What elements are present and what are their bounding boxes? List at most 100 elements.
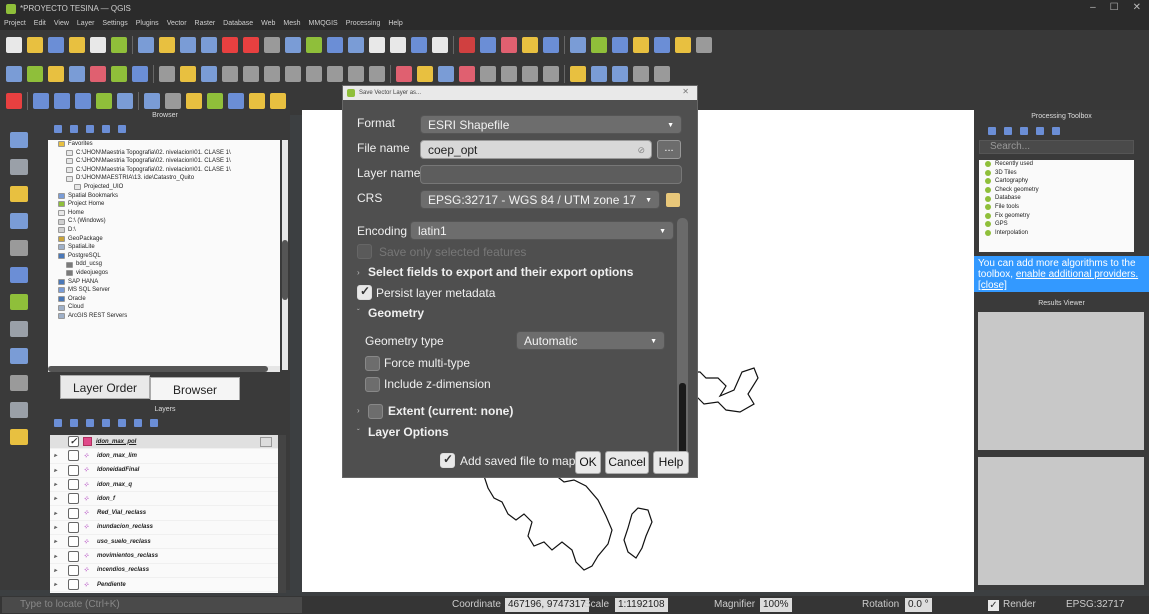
- toolbar-tool-icon[interactable]: [501, 36, 517, 53]
- menu-help[interactable]: Help: [388, 20, 402, 27]
- persist-metadata-checkbox[interactable]: [357, 284, 372, 300]
- layer-row[interactable]: ▸ ⁘ idon_f: [50, 492, 280, 507]
- open-layer-styling-icon[interactable]: [54, 419, 62, 427]
- layer-row[interactable]: ✓ idon_max_pol: [50, 435, 280, 450]
- collapse-arrow-icon[interactable]: ˇ: [357, 308, 360, 317]
- layer-row[interactable]: ▸ ⁘ incendios_reclass: [50, 564, 280, 578]
- processing-provider-item[interactable]: Database: [979, 194, 1134, 203]
- toolbar-tool-icon[interactable]: [348, 36, 364, 53]
- add-layer-tool-icon[interactable]: [10, 267, 28, 283]
- browser-tree-item[interactable]: Favorites: [48, 140, 280, 149]
- toolbar-tool-icon[interactable]: [480, 36, 496, 53]
- toolbar-tool-icon[interactable]: [264, 36, 280, 53]
- expand-arrow-icon[interactable]: ▸: [54, 567, 62, 574]
- menu-raster[interactable]: Raster: [195, 20, 216, 27]
- toolbar-tool-icon[interactable]: [417, 65, 433, 82]
- maximize-button[interactable]: ☐: [1110, 2, 1119, 13]
- menu-project[interactable]: Project: [4, 20, 26, 27]
- cancel-button[interactable]: Cancel: [605, 451, 649, 474]
- layer-row[interactable]: ▸ ⁘ IdoneidadFinal: [50, 464, 280, 478]
- expand-arrow-icon[interactable]: ▸: [54, 553, 62, 560]
- close-window-button[interactable]: ✕: [1133, 2, 1141, 13]
- processing-provider-item[interactable]: Interpolation: [979, 229, 1134, 238]
- crs-status-button[interactable]: EPSG:32717: [1066, 597, 1124, 613]
- add-layer-tool-icon[interactable]: [10, 348, 28, 364]
- toolbar-tool-icon[interactable]: [222, 65, 238, 82]
- add-layer-tool-icon[interactable]: [10, 402, 28, 418]
- expand-arrow-icon[interactable]: ▸: [54, 581, 62, 588]
- toolbar-tool-icon[interactable]: [438, 65, 454, 82]
- browser-vertical-scrollbar[interactable]: [282, 140, 288, 370]
- browser-tree-item[interactable]: Home: [48, 209, 280, 218]
- layer-visibility-checkbox[interactable]: [68, 579, 79, 591]
- toolbar-tool-icon[interactable]: [432, 36, 448, 53]
- toolbar-tool-icon[interactable]: [591, 65, 607, 82]
- scale-field[interactable]: 1:1192108: [615, 598, 668, 612]
- layer-row[interactable]: ▸ ⁘ idon_max_q: [50, 478, 280, 493]
- toolbar-tool-icon[interactable]: [54, 92, 70, 109]
- menu-web[interactable]: Web: [261, 20, 275, 27]
- filter-legend-icon[interactable]: [102, 419, 110, 427]
- expand-arrow-icon[interactable]: ›: [357, 268, 360, 277]
- menu-mmqgis[interactable]: MMQGIS: [309, 20, 338, 27]
- toolbar-tool-icon[interactable]: [159, 36, 175, 53]
- browser-tree-item[interactable]: D:\JHON\MAESTRIA\13. ide\Catastro_Quito: [48, 174, 280, 183]
- manage-map-themes-icon[interactable]: [86, 419, 94, 427]
- refresh-icon[interactable]: [54, 125, 62, 133]
- menu-database[interactable]: Database: [223, 20, 253, 27]
- processing-search-input[interactable]: Search...: [979, 140, 1134, 154]
- toolbar-tool-icon[interactable]: [522, 36, 538, 53]
- toolbar-tool-icon[interactable]: [111, 36, 127, 53]
- toolbar-tool-icon[interactable]: [165, 92, 181, 109]
- file-name-input[interactable]: coep_opt ⊘: [420, 140, 652, 159]
- add-to-map-checkbox[interactable]: [440, 452, 455, 468]
- toolbar-tool-icon[interactable]: [207, 92, 223, 109]
- filter-icon[interactable]: [86, 125, 94, 133]
- toolbar-tool-icon[interactable]: [543, 36, 559, 53]
- layer-visibility-checkbox[interactable]: [68, 564, 79, 576]
- browser-tree-item[interactable]: C:\JHON\Maestria Topografia\02. nivelaci…: [48, 157, 280, 166]
- models-icon[interactable]: [988, 127, 996, 135]
- layer-row[interactable]: ▸ ⁘ uso_suelo_reclass: [50, 535, 280, 550]
- browser-horizontal-scrollbar[interactable]: [48, 366, 280, 372]
- menu-vector[interactable]: Vector: [167, 20, 187, 27]
- add-layer-tool-icon[interactable]: [10, 321, 28, 337]
- toolbar-tool-icon[interactable]: [570, 65, 586, 82]
- layer-row[interactable]: ▸ ⁘ idon_max_lim: [50, 449, 280, 464]
- toolbar-tool-icon[interactable]: [132, 65, 148, 82]
- expand-arrow-icon[interactable]: ›: [357, 406, 360, 415]
- toolbar-tool-icon[interactable]: [306, 65, 322, 82]
- toolbar-tool-icon[interactable]: [459, 65, 475, 82]
- toolbar-tool-icon[interactable]: [654, 36, 670, 53]
- options-icon[interactable]: [1052, 127, 1060, 135]
- toolbar-tool-icon[interactable]: [117, 92, 133, 109]
- toolbar-tool-icon[interactable]: [543, 65, 559, 82]
- tab-layer-order[interactable]: Layer Order: [60, 375, 150, 399]
- toolbar-tool-icon[interactable]: [75, 92, 91, 109]
- rotation-field[interactable]: 0.0 °: [905, 598, 932, 612]
- toolbar-tool-icon[interactable]: [285, 65, 301, 82]
- expand-arrow-icon[interactable]: ▸: [54, 481, 62, 488]
- toolbar-tool-icon[interactable]: [696, 36, 712, 53]
- toolbar-tool-icon[interactable]: [327, 65, 343, 82]
- dialog-scrollbar[interactable]: [677, 218, 688, 457]
- include-z-checkbox[interactable]: [365, 377, 380, 392]
- history-icon[interactable]: [1020, 127, 1028, 135]
- render-toggle[interactable]: ✓ Render: [988, 597, 1036, 613]
- toolbar-tool-icon[interactable]: [270, 92, 286, 109]
- crs-select[interactable]: EPSG:32717 - WGS 84 / UTM zone 17 ▼: [420, 190, 660, 209]
- extent-checkbox[interactable]: [368, 404, 383, 419]
- toolbar-tool-icon[interactable]: [306, 36, 322, 53]
- toolbar-tool-icon[interactable]: [522, 65, 538, 82]
- layer-row[interactable]: ▸ ⁘ movimientos_reclass: [50, 549, 280, 564]
- expand-arrow-icon[interactable]: ▸: [54, 495, 62, 502]
- browser-tree-item[interactable]: Projected_UIO: [48, 183, 280, 192]
- layers-scrollbar[interactable]: [278, 435, 286, 593]
- expand-arrow-icon[interactable]: ▸: [54, 452, 62, 459]
- add-layer-tool-icon[interactable]: [10, 186, 28, 202]
- encoding-select[interactable]: latin1 ▼: [410, 221, 674, 240]
- toolbar-tool-icon[interactable]: [69, 65, 85, 82]
- coordinate-field[interactable]: 467196, 9747317: [505, 598, 589, 612]
- browser-tree-item[interactable]: videojuegos: [48, 269, 280, 278]
- layer-visibility-checkbox[interactable]: [68, 450, 79, 462]
